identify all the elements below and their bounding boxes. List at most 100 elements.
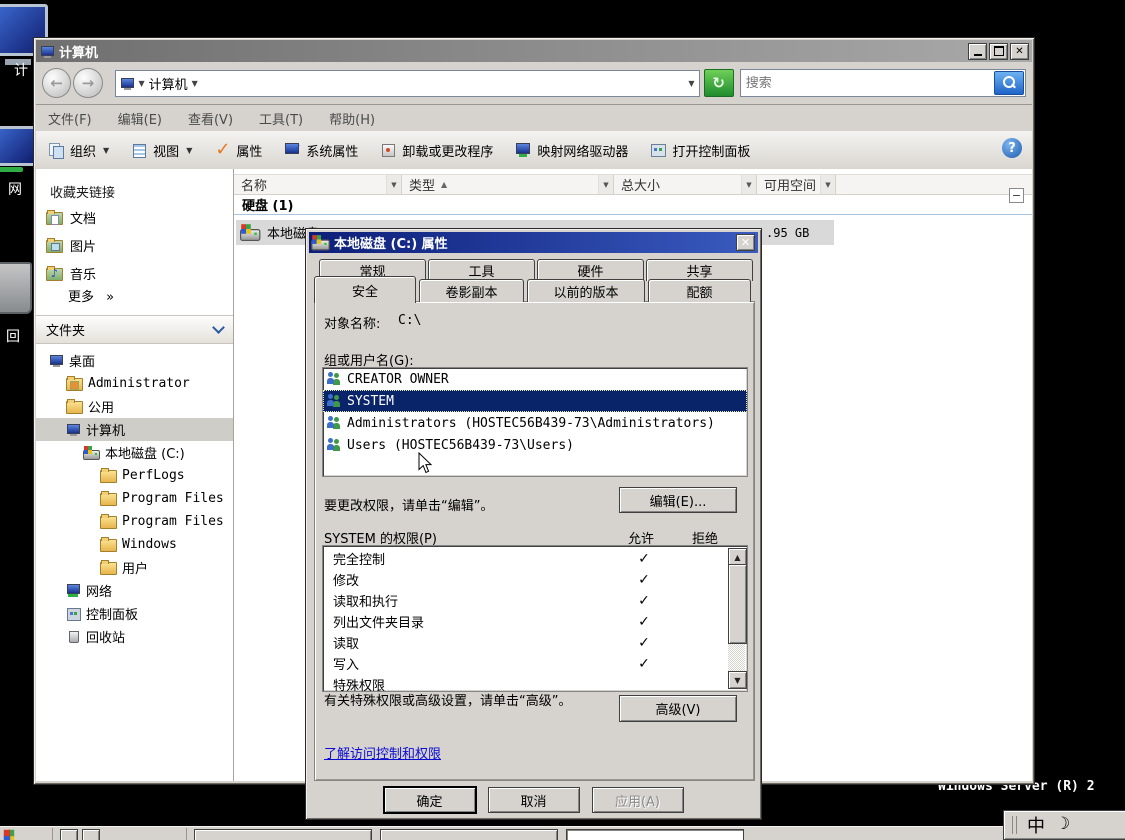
desktop-recycle-icon[interactable] [0,262,32,314]
toolbar-button[interactable]: 属性 [210,138,266,163]
permission-row[interactable]: 修改 ✓ [325,569,728,590]
toolbar-button[interactable]: 组织 ▼ [44,138,113,163]
tree-item[interactable]: 网络 [36,579,233,602]
tab-security[interactable]: 安全 [314,276,416,303]
toolbar-button[interactable]: 打开控制面板 [646,138,754,163]
scrollbar[interactable]: ▲ ▼ [728,548,747,689]
tree-item[interactable]: 本地磁盘 (C:) [36,441,233,464]
desktop-recycle-label[interactable]: 回 [6,326,20,346]
ime-fullwidth-moon-icon[interactable]: ☽ [1055,814,1070,834]
toolbar-button[interactable]: 系统属性 [280,138,362,163]
column-free-space-filter[interactable]: ▼ [821,175,836,194]
folders-band[interactable]: 文件夹 [36,316,233,344]
explorer-titlebar[interactable]: 计算机 ✕ [36,40,1032,62]
desktop-network-label[interactable]: 网 [8,179,22,199]
groups-listbox[interactable]: CREATOR OWNER SYSTEM Administrators (HOS… [322,367,748,477]
dialog-titlebar[interactable]: 本地磁盘 (C:) 属性 ✕ [309,232,758,253]
permission-row[interactable]: 读取和执行 ✓ [325,590,728,611]
menu-edit[interactable]: 编辑(E) [118,109,162,128]
tree-item[interactable]: 回收站 [36,625,233,648]
column-total-size-filter[interactable]: ▼ [742,175,757,194]
breadcrumb-item[interactable]: 计算机 [149,74,188,93]
search-icon[interactable] [993,71,1024,95]
permission-row[interactable]: 写入 ✓ [325,653,728,674]
taskbar-window-button[interactable] [194,829,372,840]
taskbar-window-button-active[interactable] [566,829,744,840]
cancel-button[interactable]: 取消 [487,787,580,813]
search-input[interactable] [740,75,994,91]
column-total-size[interactable]: 总大小 [614,175,742,194]
menu-tools[interactable]: 工具(T) [259,109,303,128]
ok-button[interactable]: 确定 [383,787,476,813]
breadcrumb[interactable]: ▼ 计算机 ▼ ▼ [114,69,700,97]
tree-item[interactable]: Program Files [36,487,233,510]
favorite-link[interactable]: 文档 [46,203,233,231]
permission-row[interactable]: 列出文件夹目录 ✓ [325,611,728,632]
permission-row[interactable]: 完全控制 ✓ [325,548,728,569]
edit-button[interactable]: 编辑(E)... [619,487,737,513]
collapse-group-icon[interactable]: − [1009,188,1024,203]
quick-launch-icon[interactable] [60,829,78,840]
favorite-link[interactable]: 音乐 [46,259,233,287]
toolbar-button[interactable]: 卸载或更改程序 [376,138,497,163]
back-button[interactable]: ← [42,68,72,98]
toolbar-button[interactable]: 视图 ▼ [127,138,196,163]
start-icon[interactable] [3,829,11,837]
address-history-dropdown[interactable]: ▼ [688,79,694,88]
tab-quota[interactable]: 配额 [648,279,751,302]
column-name-filter[interactable]: ▼ [387,175,402,194]
group-list-item[interactable]: Administrators (HOSTEC56B439-73\Administ… [323,412,747,434]
tab-sharing[interactable]: 共享 [646,259,753,281]
scroll-down-icon[interactable]: ▼ [728,671,747,689]
minimize-button[interactable] [968,42,987,60]
toolbar-button[interactable]: 映射网络驱动器 [511,138,632,163]
tree-item[interactable]: 计算机 [36,418,233,441]
tab-shadow-copies[interactable]: 卷影副本 [419,279,524,302]
tree-item[interactable]: Administrator [36,372,233,395]
more-link[interactable]: 更多 » [68,286,114,305]
tab-tools[interactable]: 工具 [428,259,535,281]
tree-item[interactable]: 控制面板 [36,602,233,625]
tree-item[interactable]: 用户 [36,556,233,579]
favorite-link[interactable]: 图片 [46,231,233,259]
taskbar[interactable] [0,826,1125,840]
help-icon[interactable]: ? [1002,138,1022,158]
permissions-list[interactable]: 完全控制 ✓ 修改 ✓ 读取和执行 ✓ 列出文件夹目录 ✓ 读取 ✓ 写入 ✓ [322,545,748,692]
menu-help[interactable]: 帮助(H) [329,109,375,128]
group-list-item[interactable]: SYSTEM [323,390,747,412]
column-type-filter[interactable]: ▼ [599,175,614,194]
group-list-item[interactable]: Users (HOSTEC56B439-73\Users) [323,434,747,456]
tree-item[interactable]: 桌面 [36,349,233,372]
ime-chinese-mode[interactable]: 中 [1027,812,1045,838]
taskbar-window-button[interactable] [380,829,558,840]
tab-hardware[interactable]: 硬件 [537,259,644,281]
advanced-button[interactable]: 高级(V) [619,695,737,722]
scrollbar-thumb[interactable] [728,564,747,644]
close-button[interactable]: ✕ [1010,42,1029,60]
desktop-computer-label[interactable]: 计 [14,60,28,80]
permission-row[interactable]: 特殊权限 [325,674,728,691]
desktop-network-icon[interactable] [0,126,36,172]
tab-previous-versions[interactable]: 以前的版本 [527,279,645,302]
refresh-button[interactable]: ↻ [703,69,734,97]
menu-file[interactable]: 文件(F) [48,109,92,128]
column-name[interactable]: 名称 [234,175,387,194]
column-type[interactable]: 类型 ▲ [402,175,599,194]
dialog-close-button[interactable]: ✕ [736,234,755,251]
tree-item[interactable]: Windows [36,533,233,556]
tree-item[interactable]: 公用 [36,395,233,418]
column-free-space[interactable]: 可用空间 [757,175,821,194]
ime-language-bar[interactable]: 中 ☽ [1003,810,1125,840]
forward-button[interactable]: → [73,68,103,98]
menu-view[interactable]: 查看(V) [188,109,233,128]
tree-item[interactable]: PerfLogs [36,464,233,487]
quick-launch-icon[interactable] [82,829,100,840]
drag-handle-icon[interactable] [1012,816,1017,834]
apply-button: 应用(A) [591,787,684,813]
tree-item[interactable]: Program Files [36,510,233,533]
group-list-item[interactable]: CREATOR OWNER [323,368,747,390]
maximize-button[interactable] [989,42,1008,60]
search-box[interactable] [739,69,1026,97]
acl-help-link[interactable]: 了解访问控制和权限 [324,743,441,762]
permission-row[interactable]: 读取 ✓ [325,632,728,653]
